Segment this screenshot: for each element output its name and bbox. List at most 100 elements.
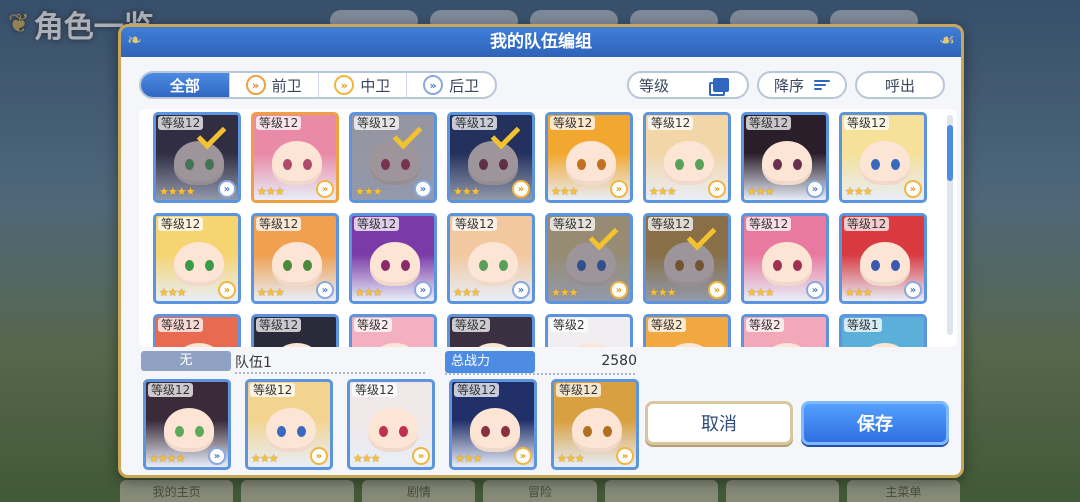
- portrait-eye: [577, 159, 586, 170]
- portrait-eye: [499, 260, 508, 271]
- card-level: 等级12: [256, 116, 302, 130]
- character-card[interactable]: 等级2: [545, 314, 633, 347]
- character-card[interactable]: 等级2: [741, 314, 829, 347]
- portrait-eye: [399, 426, 408, 437]
- portrait-eye: [195, 426, 204, 437]
- character-card[interactable]: 等级12 ★★★ »: [741, 112, 829, 203]
- character-card[interactable]: 等级12 ★★★ »: [349, 213, 437, 304]
- character-card[interactable]: 等级12 ★★★★ »: [143, 379, 231, 470]
- character-card[interactable]: 等级12 ★★★ »: [251, 112, 339, 203]
- character-card[interactable]: 等级12 ★★★ »: [643, 213, 731, 304]
- level-filter-label: 等级: [639, 76, 670, 95]
- character-card[interactable]: 等级2: [447, 314, 535, 347]
- tab-midline[interactable]: » 中卫: [319, 73, 408, 97]
- portrait-eye: [185, 159, 194, 170]
- portrait-eye: [303, 159, 312, 170]
- portrait-eye: [205, 159, 214, 170]
- portrait-eye: [283, 159, 292, 170]
- level-filter-button[interactable]: 等级: [627, 71, 749, 99]
- frontline-icon: »: [245, 75, 266, 95]
- position-role-icon: »: [412, 447, 430, 465]
- portrait-eye: [695, 159, 704, 170]
- portrait-eye: [871, 260, 880, 271]
- character-card[interactable]: 等级2: [643, 314, 731, 347]
- midline-icon: »: [334, 75, 355, 95]
- character-portrait: [272, 141, 322, 185]
- tab-frontline[interactable]: » 前卫: [230, 73, 319, 97]
- tab-all[interactable]: 全部: [141, 73, 230, 97]
- selected-check-icon: [492, 125, 526, 143]
- portrait-eye: [401, 159, 410, 170]
- character-card[interactable]: 等级12 ★★★ »: [245, 379, 333, 470]
- character-roster[interactable]: 等级12 ★★★★ » 等级12 ★★★ » 等级12 ★★★ » 等级12 ★★★ » 等级12 ★★★…: [139, 109, 957, 347]
- card-stars: ★★★: [649, 185, 677, 198]
- card-level: 等级2: [354, 318, 392, 332]
- portrait-eye: [577, 260, 586, 271]
- character-card[interactable]: 等级12 ★★★ »: [447, 112, 535, 203]
- card-level: 等级12: [158, 217, 204, 231]
- card-level: 等级12: [452, 116, 498, 130]
- position-role-icon: »: [414, 180, 432, 198]
- portrait-eye: [675, 260, 684, 271]
- filter-row: 全部 » 前卫 » 中卫 » 后卫 等级 降序 呼出: [139, 71, 945, 101]
- character-portrait: [370, 242, 420, 286]
- character-portrait: [470, 408, 520, 452]
- character-card[interactable]: 等级12 ★★★ »: [447, 213, 535, 304]
- portrait-eye: [479, 260, 488, 271]
- stack-icon: [709, 78, 730, 96]
- card-stars: ★★★: [257, 185, 285, 198]
- character-card[interactable]: 等级12 ★★★ »: [643, 112, 731, 203]
- card-level: 等级12: [550, 116, 596, 130]
- roster-scrollbar[interactable]: [947, 115, 953, 335]
- team-tag[interactable]: 无: [141, 351, 231, 371]
- card-stars: ★★★★: [149, 452, 185, 465]
- character-card[interactable]: 等级12: [153, 314, 241, 347]
- character-card[interactable]: 等级12 ★★★ »: [251, 213, 339, 304]
- save-button[interactable]: 保存: [801, 401, 949, 445]
- scroll-thumb[interactable]: [947, 125, 953, 181]
- portrait-eye: [379, 426, 388, 437]
- character-portrait: [468, 141, 518, 185]
- character-card[interactable]: 等级12 ★★★★ »: [153, 112, 241, 203]
- card-stars: ★★★: [649, 286, 677, 299]
- character-card[interactable]: 等级12 ★★★ »: [449, 379, 537, 470]
- sort-order-button[interactable]: 降序: [757, 71, 847, 99]
- position-role-icon: »: [316, 180, 334, 198]
- team-info-row: 无 队伍1 总战力 2580: [139, 351, 639, 375]
- position-role-icon: »: [806, 281, 824, 299]
- character-portrait: [860, 242, 910, 286]
- portrait-eye: [793, 260, 802, 271]
- character-portrait: [370, 343, 420, 347]
- character-card[interactable]: 等级2: [349, 314, 437, 347]
- character-card[interactable]: 等级12 ★★★ »: [545, 213, 633, 304]
- portrait-eye: [381, 159, 390, 170]
- card-stars: ★★★: [355, 286, 383, 299]
- portrait-eye: [499, 159, 508, 170]
- selected-check-icon: [394, 125, 428, 143]
- card-stars: ★★★: [747, 185, 775, 198]
- character-card[interactable]: 等级12 ★★★ »: [551, 379, 639, 470]
- call-out-button[interactable]: 呼出: [855, 71, 945, 99]
- tab-backline[interactable]: » 后卫: [407, 73, 495, 97]
- character-card[interactable]: 等级1: [839, 314, 927, 347]
- card-level: 等级2: [648, 318, 686, 332]
- selected-check-icon: [198, 125, 232, 143]
- cancel-button[interactable]: 取消: [645, 401, 793, 445]
- character-portrait: [174, 343, 224, 347]
- position-role-icon: »: [514, 447, 532, 465]
- position-role-icon: »: [218, 281, 236, 299]
- character-portrait: [664, 343, 714, 347]
- character-card[interactable]: 等级12 ★★★ »: [839, 213, 927, 304]
- portrait-eye: [401, 260, 410, 271]
- selected-check-icon: [590, 226, 624, 244]
- card-level: 等级12: [746, 217, 792, 231]
- character-card[interactable]: 等级12 ★★★ »: [741, 213, 829, 304]
- character-card[interactable]: 等级12 ★★★ »: [347, 379, 435, 470]
- character-card[interactable]: 等级12 ★★★ »: [839, 112, 927, 203]
- character-portrait: [266, 408, 316, 452]
- character-card[interactable]: 等级12 ★★★ »: [153, 213, 241, 304]
- portrait-eye: [891, 260, 900, 271]
- character-card[interactable]: 等级12 ★★★ »: [545, 112, 633, 203]
- character-card[interactable]: 等级12 ★★★ »: [349, 112, 437, 203]
- character-card[interactable]: 等级12: [251, 314, 339, 347]
